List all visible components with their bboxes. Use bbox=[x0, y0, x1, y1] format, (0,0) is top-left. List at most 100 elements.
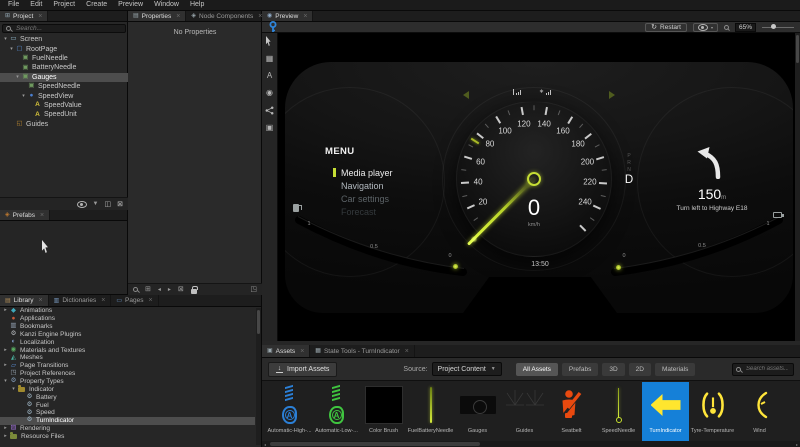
asset-card-automatic-low[interactable]: AAutomatic-Low-... bbox=[313, 382, 360, 441]
close-tab-icon[interactable]: × bbox=[101, 297, 105, 304]
search-properties-icon[interactable] bbox=[133, 287, 138, 292]
tree-item-speed[interactable]: ⚙Speed bbox=[0, 409, 255, 417]
filter-icon[interactable]: ▼ bbox=[93, 201, 99, 207]
restart-button[interactable]: ↻ Restart bbox=[645, 23, 687, 32]
panel-option-icon[interactable]: ◫ bbox=[105, 201, 112, 208]
visibility-icon[interactable] bbox=[77, 201, 87, 208]
tree-item-bookmarks[interactable]: ▥Bookmarks bbox=[0, 323, 255, 331]
filter-prefabs[interactable]: Prefabs bbox=[562, 363, 598, 376]
tree-item-batteryneedle[interactable]: ▣BatteryNeedle bbox=[0, 63, 128, 72]
close-tab-icon[interactable]: × bbox=[176, 13, 180, 20]
hmi-menu-item-media-player[interactable]: Media player bbox=[333, 166, 443, 179]
tree-item-project-references[interactable]: ◳Project References bbox=[0, 370, 255, 378]
source-dropdown[interactable]: Project Content ▼ bbox=[432, 362, 502, 376]
filter-materials[interactable]: Materials bbox=[655, 363, 695, 376]
expander-icon[interactable]: ▸ bbox=[2, 363, 9, 368]
tree-item-animations[interactable]: ▸◆Animations bbox=[0, 307, 255, 315]
tree-item-fuel[interactable]: ⚙Fuel bbox=[0, 401, 255, 409]
library-scrollbar[interactable] bbox=[256, 308, 261, 445]
tab-state-tools-turnindicator[interactable]: ▦State Tools - TurnIndicator× bbox=[310, 345, 415, 357]
tree-item-turnindicator[interactable]: ⚙TurnIndicator bbox=[0, 417, 255, 425]
asset-card-guides[interactable]: Guides bbox=[501, 382, 548, 441]
preview-scrollbar[interactable] bbox=[795, 33, 800, 341]
expander-icon[interactable]: ▾ bbox=[2, 379, 9, 384]
close-tab-icon[interactable]: × bbox=[303, 13, 307, 20]
expander-icon[interactable]: ▾ bbox=[14, 75, 21, 80]
interact-tool-icon[interactable] bbox=[268, 21, 278, 33]
close-tab-icon[interactable]: × bbox=[40, 212, 44, 219]
tree-item-resource-files[interactable]: ▸Resource Files bbox=[0, 433, 255, 441]
close-tab-icon[interactable]: × bbox=[405, 348, 409, 355]
forward-icon[interactable]: ▸ bbox=[168, 287, 171, 293]
tree-item-page-transitions[interactable]: ▸▱Page Transitions bbox=[0, 362, 255, 370]
close-tab-icon[interactable]: × bbox=[38, 13, 42, 20]
tree-item-rendering[interactable]: ▸▨Rendering bbox=[0, 425, 255, 433]
tree-item-speedunit[interactable]: ASpeedUnit bbox=[0, 110, 128, 119]
tree-item-speedview[interactable]: ▾●SpeedView bbox=[0, 91, 128, 100]
tab-node-components[interactable]: ◈Node Components× bbox=[186, 11, 268, 21]
menu-create[interactable]: Create bbox=[81, 0, 112, 10]
tab-preview[interactable]: ◉Preview× bbox=[262, 11, 313, 21]
tab-prefabs[interactable]: ◈Prefabs× bbox=[0, 210, 50, 220]
project-search[interactable] bbox=[2, 24, 126, 33]
menu-window[interactable]: Window bbox=[149, 0, 184, 10]
visibility-options-button[interactable]: ▾ bbox=[693, 23, 718, 32]
add-property-icon[interactable]: ⊞ bbox=[145, 286, 151, 293]
text-tool-icon[interactable]: A bbox=[267, 72, 272, 80]
expander-icon[interactable]: ▸ bbox=[2, 434, 9, 439]
expander-icon[interactable]: ▸ bbox=[2, 426, 9, 431]
asset-card-gauges[interactable]: Gauges bbox=[454, 382, 501, 441]
tab-project[interactable]: ⊞Project× bbox=[0, 11, 48, 21]
expander-icon[interactable]: ▸ bbox=[2, 348, 9, 353]
tree-item-guides[interactable]: ◱Guides bbox=[0, 120, 128, 129]
tree-item-rootpage[interactable]: ▾▢RootPage bbox=[0, 44, 128, 53]
tree-item-indicator[interactable]: ▾Indicator bbox=[0, 385, 255, 393]
menu-preview[interactable]: Preview bbox=[113, 0, 148, 10]
assets-search[interactable] bbox=[732, 363, 794, 376]
close-tab-icon[interactable]: × bbox=[300, 348, 304, 355]
zoom-slider-knob[interactable] bbox=[771, 24, 776, 29]
assets-search-input[interactable] bbox=[744, 365, 790, 373]
hmi-menu-item-forecast[interactable]: Forecast bbox=[333, 205, 443, 218]
menu-project[interactable]: Project bbox=[48, 0, 80, 10]
tree-item-localization[interactable]: ◐Localization bbox=[0, 338, 255, 346]
sphere-tool-icon[interactable]: ◉ bbox=[266, 89, 273, 97]
tree-item-screen[interactable]: ▾▭Screen bbox=[0, 35, 128, 44]
tree-item-speedvalue[interactable]: ASpeedValue bbox=[0, 101, 128, 110]
tree-item-meshes[interactable]: ◭Meshes bbox=[0, 354, 255, 362]
tab-properties[interactable]: ▤Properties× bbox=[128, 11, 186, 21]
lock-icon[interactable] bbox=[191, 289, 197, 294]
project-search-input[interactable] bbox=[14, 24, 122, 33]
menu-edit[interactable]: Edit bbox=[25, 0, 47, 10]
tree-item-battery[interactable]: ⚙Battery bbox=[0, 393, 255, 401]
asset-card-speedneedle[interactable]: SpeedNeedle bbox=[595, 382, 642, 441]
expander-icon[interactable]: ▾ bbox=[20, 94, 27, 99]
asset-card-turnindicator[interactable]: TurnIndicator bbox=[642, 382, 689, 441]
tree-item-gauges[interactable]: ▾▣Gauges bbox=[0, 73, 128, 82]
scroll-right-icon[interactable]: ▸ bbox=[794, 442, 800, 447]
tab-library[interactable]: ▤Library× bbox=[0, 295, 49, 306]
menu-file[interactable]: File bbox=[3, 0, 24, 10]
asset-card-tyre-temperature[interactable]: Tyre-Temperature bbox=[689, 382, 736, 441]
assets-scrollbar[interactable]: ◂ ▸ bbox=[262, 441, 800, 447]
tree-item-property-types[interactable]: ▾⚙Property Types bbox=[0, 378, 255, 386]
asset-card-fuelbatteryneedle[interactable]: FuelBatteryNeedle bbox=[407, 382, 454, 441]
tab-pages[interactable]: ▭Pages× bbox=[111, 295, 158, 306]
tree-item-kanzi-engine-plugins[interactable]: ⚙Kanzi Engine Plugins bbox=[0, 331, 255, 339]
select-tool-icon[interactable] bbox=[266, 36, 273, 46]
grid-tool-icon[interactable]: ▦ bbox=[266, 55, 274, 63]
filter-all-assets[interactable]: All Assets bbox=[516, 363, 558, 376]
filter-2d[interactable]: 2D bbox=[629, 363, 651, 376]
hmi-menu-item-car-settings[interactable]: Car settings bbox=[333, 192, 443, 205]
asset-card-automatic-high[interactable]: AAutomatic-High-... bbox=[266, 382, 313, 441]
zoom-slider[interactable] bbox=[762, 27, 794, 28]
hmi-menu-item-navigation[interactable]: Navigation bbox=[333, 179, 443, 192]
remove-icon[interactable]: ⊠ bbox=[178, 286, 184, 293]
tab-assets[interactable]: ▣Assets× bbox=[262, 345, 310, 357]
asset-card-seatbelt[interactable]: Seatbelt bbox=[548, 382, 595, 441]
tree-item-materials-and-textures[interactable]: ▸◉Materials and Textures bbox=[0, 346, 255, 354]
assets-scrollbar-thumb[interactable] bbox=[270, 442, 480, 446]
share-nodes-icon[interactable] bbox=[265, 106, 274, 115]
tab-dictionaries[interactable]: ▥Dictionaries× bbox=[49, 295, 112, 306]
back-icon[interactable]: ◂ bbox=[158, 287, 161, 293]
